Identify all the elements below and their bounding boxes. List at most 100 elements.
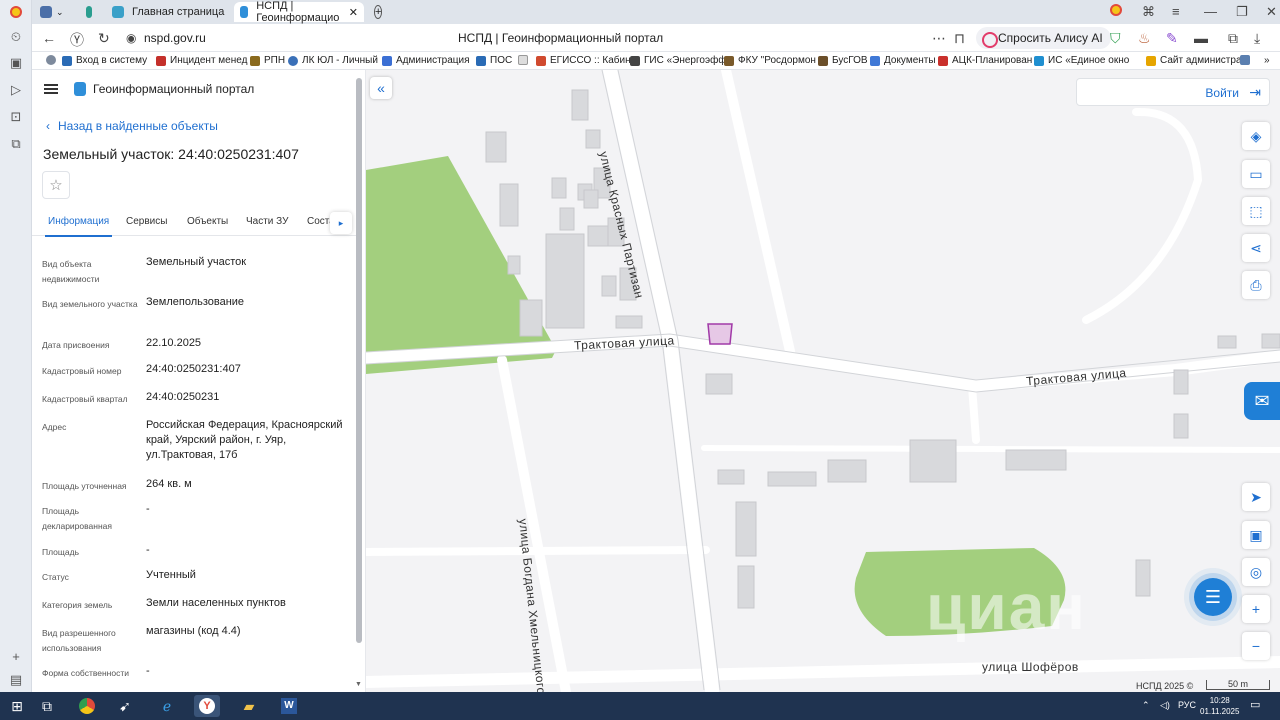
portal-logo-icon [74,82,86,96]
hamburger-menu-icon[interactable] [44,84,58,94]
new-tab-button[interactable]: + [368,2,388,22]
tab-services[interactable]: Сервисы [126,216,167,227]
bookmark-item[interactable] [518,55,532,65]
measure-ruler-icon[interactable]: ▭ [1242,160,1270,188]
chevron-left-icon: ‹ [46,119,50,133]
minimap-icon[interactable]: ▣ [1242,521,1270,549]
locate-icon[interactable]: ➤ [1242,483,1270,511]
bookmark-item[interactable]: Документы [870,55,936,66]
close-window-icon[interactable]: ✕ [1266,4,1277,20]
keyboard-language[interactable]: РУС [1178,700,1196,710]
close-tab-icon[interactable]: ✕ [349,6,358,19]
yandex-logo-icon[interactable] [8,4,24,20]
system-clock[interactable]: 10:28 01.11.2025 [1200,695,1239,717]
tab-nspd[interactable]: НСПД | Геоинформацио ✕ [234,0,364,24]
bookmark-item[interactable]: ПОС [476,55,512,66]
watermark-logo: циан [926,571,1087,643]
tray-expand-icon[interactable]: ⌃ [1142,700,1150,711]
protect-shield-icon[interactable]: ⛉ [1110,30,1121,47]
panel-scrollbar[interactable] [356,78,362,643]
downloads-icon[interactable]: ⤓ [1254,30,1260,47]
bookmark-item[interactable]: Сайт администрат [1146,55,1246,66]
back-arrow-icon[interactable]: ← [42,30,56,46]
extension-2-icon[interactable]: ✎ [1166,30,1178,47]
tab-objects[interactable]: Объекты [187,216,228,227]
bookmark-item[interactable] [1240,55,1254,65]
back-to-results-link[interactable]: ‹ Назад в найденные объекты [46,119,218,133]
more-options-icon[interactable]: ⋯ [932,30,946,47]
print-icon[interactable]: ⎙ [1242,271,1270,299]
home-favicon-icon [112,6,124,18]
history-icon[interactable]: ⏲ [8,29,24,45]
share-icon[interactable]: ⋖ [1242,234,1270,262]
tab-label: Главная страница [132,6,225,18]
favorite-star-icon[interactable]: ☆ [42,171,70,199]
bookmark-item[interactable]: БусГОВ [818,55,868,66]
more-bookmarks-icon[interactable]: » [1264,55,1270,66]
profile-icon[interactable] [1110,4,1122,19]
notifications-icon[interactable]: ▭ [1250,698,1260,711]
selected-parcel[interactable] [707,323,733,345]
site-security-icon[interactable]: ◉ [126,31,136,45]
collapse-panel-icon[interactable]: « [370,77,392,99]
browser-sidebar: ⏲ ▣ ▷ ⊡ ⧉ + ▤ [0,0,32,692]
tab-information[interactable]: Информация [44,216,113,237]
ie-app-icon[interactable]: ℯ [154,695,180,717]
extension-4-icon[interactable]: ⧉ [1228,30,1238,47]
layers-icon[interactable]: ◈ [1242,122,1270,150]
info-tabs: Информация Сервисы Объекты Части ЗУ Сост… [32,210,358,237]
zoom-out-icon[interactable]: − [1242,632,1270,660]
add-panel-icon[interactable]: + [8,648,24,664]
app-icon[interactable]: ➹ [112,695,138,717]
reader-icon[interactable]: ⊡ [8,109,24,125]
copyright: НСПД 2025 © [1136,681,1194,691]
geolocation-icon[interactable]: ◎ [1242,558,1270,586]
windows-start-icon[interactable]: ⊞ [4,695,30,717]
collections-icon[interactable]: ▣ [8,55,24,71]
login-button[interactable]: Войти ⇥ [1076,78,1270,106]
file-explorer-icon[interactable]: ▰ [236,695,262,717]
extensions-icon[interactable]: ⧉ [8,136,24,152]
maximize-icon[interactable]: ❐ [1236,4,1248,20]
ask-alice-button[interactable]: Спросить Алису AI [976,27,1111,49]
minimize-icon[interactable]: — [1204,4,1217,19]
url-field[interactable]: nspd.gov.ru [144,31,206,45]
extension-1-icon[interactable]: ♨ [1138,30,1151,47]
bookmark-item[interactable]: Вход в систему [62,55,147,66]
object-title: Земельный участок: 24:40:0250231:407 [43,146,299,162]
map-canvas[interactable] [366,70,1280,692]
tab-group-button[interactable]: ⌄ [34,2,74,22]
map-view[interactable]: циан улица Красных Партизан Трактовая ул… [366,70,1280,692]
bookmark-page-icon[interactable]: ⊓ [954,30,965,47]
zoom-in-icon[interactable]: + [1242,595,1270,623]
yandex-search-icon[interactable]: Ⓨ [70,30,84,50]
bookmark-item[interactable]: Администрация [382,55,470,66]
bookmark-item[interactable]: ИС «Единое окно [1034,55,1129,66]
scroll-down-icon[interactable]: ▼ [355,681,362,688]
bookmark-item[interactable]: РПН [250,55,285,66]
bookmarks-menu-icon[interactable] [46,55,60,65]
volume-icon[interactable]: ◁) [1160,700,1170,711]
reload-icon[interactable]: ↻ [98,30,110,47]
word-app-icon[interactable]: W [276,695,302,717]
bookmark-item[interactable]: АЦК-Планирован [938,55,1032,66]
yandex-browser-app-icon[interactable]: Y [194,695,220,717]
bookmark-item[interactable]: ЕГИССО :: Кабин [536,55,631,66]
task-view-icon[interactable]: ⧉ [34,695,60,717]
tab-parts[interactable]: Части ЗУ [246,216,288,227]
bookmark-item[interactable]: ЛК ЮЛ - Личный [288,55,378,66]
bookmark-item[interactable]: ФКУ "Росдормон [724,55,816,66]
support-chat-button[interactable]: ☰ [1194,578,1232,616]
bookmark-item[interactable]: ГИС «Энергоэфф [630,55,727,66]
chat-widget-icon[interactable]: ✉ [1244,382,1280,420]
pinned-tab[interactable] [80,2,106,22]
select-area-icon[interactable]: ⬚ [1242,197,1270,225]
menu-icon[interactable]: ≡ [1172,4,1180,19]
chrome-app-icon[interactable] [74,695,100,717]
video-icon[interactable]: ▷ [8,82,24,98]
bookmark-item[interactable]: Инцидент менед [156,55,247,66]
sidebar-settings-icon[interactable]: ▤ [8,672,24,688]
bookmarks-icon[interactable]: ⌘ [1142,4,1155,20]
extension-3-icon[interactable]: ▬ [1194,30,1208,46]
tabs-scroll-right-icon[interactable]: ▸ [330,212,352,234]
